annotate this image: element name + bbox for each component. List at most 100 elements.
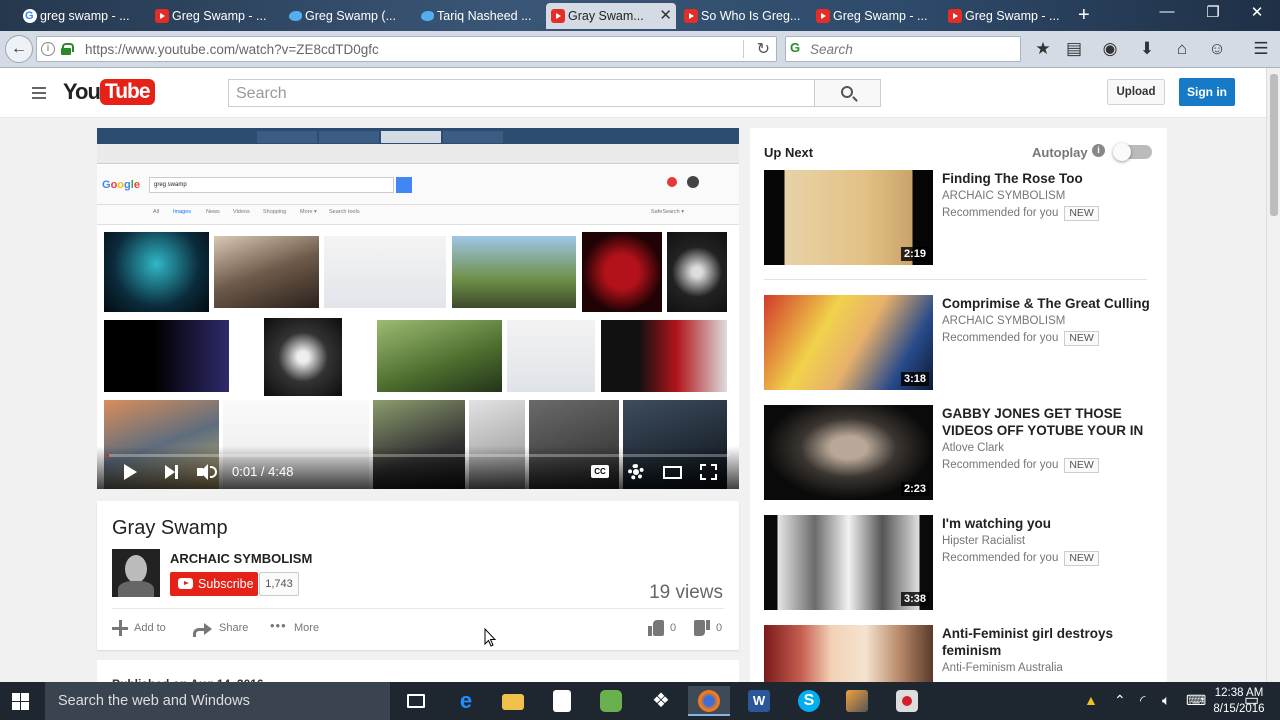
subscribe-button[interactable]: Subscribe <box>170 572 258 596</box>
browser-tab[interactable]: Greg Swamp - ... <box>150 3 280 29</box>
taskbar-search-input[interactable]: Search the web and Windows <box>45 682 390 720</box>
app-icon[interactable] <box>836 686 878 716</box>
youtube-logo[interactable]: You Tube <box>63 79 155 107</box>
volume-icon[interactable] <box>197 464 219 480</box>
like-button[interactable]: 0 <box>648 619 676 637</box>
url-text[interactable]: https://www.youtube.com/watch?v=ZE8cdTD0… <box>85 42 379 57</box>
video-thumbnail[interactable]: 2:19 <box>764 170 933 265</box>
video-title[interactable]: GABBY JONES GET THOSE VIDEOS OFF YOTUBE … <box>942 405 1152 439</box>
close-icon[interactable]: ✕ <box>659 3 672 29</box>
browser-search-input[interactable]: G Search <box>785 36 1021 62</box>
browser-tab[interactable]: Greg Swamp - ... <box>811 3 941 29</box>
youtube-search-button[interactable] <box>814 79 881 107</box>
page-scrollbar[interactable] <box>1266 68 1280 682</box>
dropbox-icon[interactable]: ❖ <box>640 686 682 716</box>
pocket-icon[interactable]: ◉ <box>1099 38 1121 60</box>
video-thumbnail[interactable]: 3:38 <box>764 515 933 610</box>
share-button[interactable]: Share <box>193 619 248 638</box>
video-title[interactable]: Anti-Feminist girl destroys feminism <box>942 625 1152 659</box>
browser-tab[interactable]: greg swamp - ... <box>18 3 148 29</box>
file-explorer-icon[interactable] <box>492 686 534 716</box>
channel-avatar[interactable] <box>112 549 160 597</box>
video-duration: 3:38 <box>900 592 929 606</box>
bookmark-star-icon[interactable]: ★ <box>1032 38 1054 60</box>
skype-icon[interactable]: S <box>788 686 830 716</box>
scrollbar-thumb[interactable] <box>1270 74 1278 216</box>
back-arrow-icon[interactable]: ← <box>5 35 33 63</box>
next-icon[interactable] <box>165 465 179 479</box>
add-to-button[interactable]: Add to <box>112 619 166 637</box>
upload-button[interactable]: Upload <box>1107 79 1165 105</box>
progress-bar[interactable] <box>107 454 729 457</box>
recommendation-item[interactable]: 3:38 I'm watching you Hipster Racialist … <box>764 515 1154 611</box>
recommendation-item[interactable]: 2:19 Finding The Rose Too ARCHAIC SYMBOL… <box>764 170 1154 266</box>
browser-tab[interactable]: Greg Swamp - ... <box>943 3 1073 29</box>
recommendation-item[interactable]: 3:18 Comprimise & The Great Culling ARCH… <box>764 295 1154 391</box>
word-icon[interactable]: W <box>738 686 780 716</box>
divider <box>112 608 724 609</box>
mouse-cursor-icon <box>484 628 496 647</box>
dislike-button[interactable]: 0 <box>694 619 722 637</box>
smiley-icon[interactable]: ☺ <box>1206 38 1228 60</box>
tab-label: Greg Swamp - ... <box>965 9 1060 23</box>
youtube-masthead: You Tube Search Upload Sign in <box>0 68 1266 118</box>
browser-tab[interactable]: Greg Swamp (... <box>283 3 413 29</box>
evernote-icon[interactable] <box>590 686 632 716</box>
speaker-icon[interactable]: 🔈︎ <box>1162 692 1170 709</box>
youtube-icon <box>178 578 193 589</box>
reload-icon[interactable]: ↻ <box>757 39 770 59</box>
video-info-card: Gray Swamp ARCHAIC SYMBOLISM Subscribe 1… <box>97 501 739 650</box>
browser-tab-active[interactable]: Gray Swam... ✕ <box>546 3 676 29</box>
windows-start-icon[interactable] <box>12 693 29 710</box>
menu-icon[interactable]: ☰ <box>1250 38 1272 60</box>
video-duration: 2:19 <box>900 247 929 261</box>
youtube-search-input[interactable]: Search <box>228 79 815 107</box>
notifications-icon[interactable]: ▭ <box>1244 690 1259 710</box>
close-window-icon[interactable]: ✕ <box>1234 3 1280 21</box>
youtube-icon <box>948 9 962 23</box>
firefox-icon[interactable] <box>688 686 730 716</box>
recommendation-item[interactable]: 2:23 GABBY JONES GET THOSE VIDEOS OFF YO… <box>764 405 1154 501</box>
more-button[interactable]: More <box>270 617 319 637</box>
share-icon <box>193 621 213 638</box>
autoplay-toggle[interactable] <box>1113 143 1152 161</box>
youtube-icon <box>155 9 169 23</box>
keyboard-icon[interactable]: ⌨︎ <box>1186 692 1206 709</box>
minimize-icon[interactable]: — <box>1144 3 1190 20</box>
warning-icon[interactable]: ▲ <box>1084 692 1098 708</box>
video-thumbnail[interactable]: 2:23 <box>764 405 933 500</box>
video-title[interactable]: Comprimise & The Great Culling <box>942 295 1152 312</box>
chevron-up-icon[interactable]: ⌃ <box>1114 692 1126 709</box>
video-player[interactable]: Google greg swamp All Images News Videos… <box>97 128 739 489</box>
video-title[interactable]: I'm watching you <box>942 515 1152 532</box>
browser-tab[interactable]: Tariq Nasheed ... <box>415 3 545 29</box>
play-icon[interactable] <box>124 464 137 480</box>
video-title[interactable]: Finding The Rose Too <box>942 170 1152 187</box>
info-icon[interactable]: i <box>1092 144 1105 157</box>
search-engine-icon[interactable]: G <box>790 40 800 55</box>
new-tab-icon[interactable]: + <box>1078 4 1090 27</box>
store-icon[interactable] <box>541 686 583 716</box>
captions-icon[interactable]: CC <box>591 465 609 478</box>
wifi-icon[interactable]: ◜ <box>1140 692 1145 709</box>
download-icon[interactable]: ⬇ <box>1136 38 1158 60</box>
sign-in-button[interactable]: Sign in <box>1179 78 1235 106</box>
theater-mode-icon[interactable] <box>663 466 682 479</box>
youtube-icon <box>684 9 698 23</box>
embedded-browser-tabs <box>97 128 739 144</box>
edge-icon[interactable]: e <box>445 686 487 716</box>
channel-name[interactable]: ARCHAIC SYMBOLISM <box>170 551 312 566</box>
settings-gear-icon[interactable] <box>628 464 644 480</box>
home-icon[interactable]: ⌂ <box>1171 38 1193 60</box>
recommendation-reason: Recommended for you NEW <box>942 206 1099 221</box>
recorder-icon[interactable] <box>886 686 928 716</box>
video-thumbnail[interactable]: 3:18 <box>764 295 933 390</box>
info-icon[interactable]: i <box>41 42 55 56</box>
fullscreen-icon[interactable] <box>700 464 717 480</box>
url-bar[interactable]: i https://www.youtube.com/watch?v=ZE8cdT… <box>36 36 777 62</box>
guide-menu-icon[interactable] <box>32 87 46 99</box>
restore-icon[interactable]: ❐ <box>1190 3 1236 21</box>
task-view-icon[interactable] <box>395 686 437 716</box>
bookmarks-list-icon[interactable]: ▤ <box>1063 38 1085 60</box>
browser-tab[interactable]: So Who Is Greg... <box>679 3 809 29</box>
